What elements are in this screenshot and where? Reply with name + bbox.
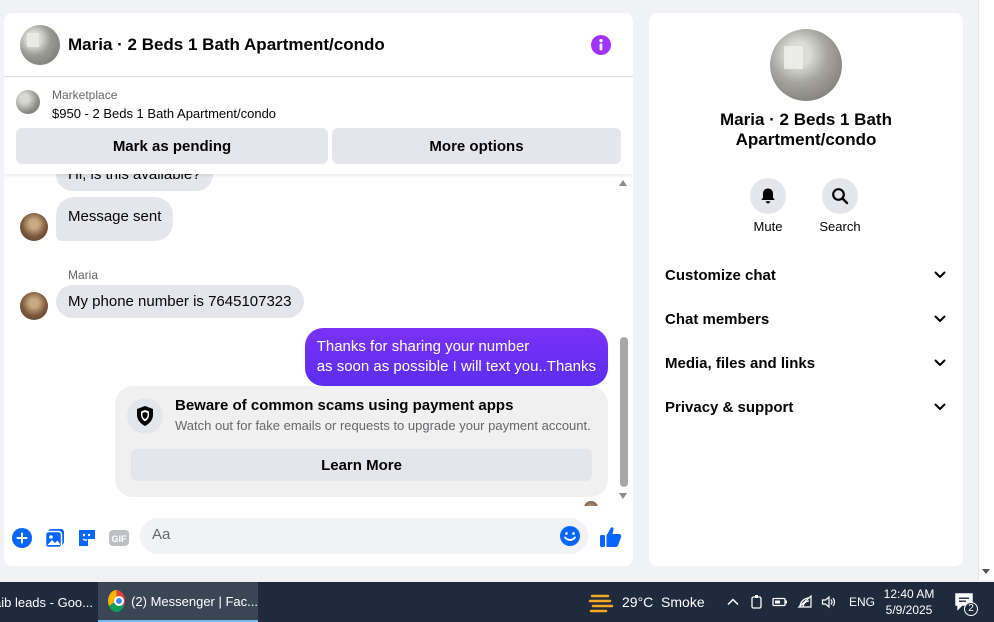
chrome-icon (108, 590, 126, 612)
listing-thumbnail[interactable] (16, 90, 40, 114)
chat-header: Maria · 2 Beds 1 Bath Apartment/condo (4, 13, 633, 77)
chevron-down-icon (934, 271, 946, 278)
weather-widget[interactable]: 29°C Smoke (588, 582, 705, 622)
gif-icon-label: GIF (112, 534, 128, 544)
taskbar-item-label: aib leads - Goo... (0, 594, 93, 610)
message-input-box[interactable] (140, 518, 588, 554)
message-sent-bubble: Message sent (56, 197, 174, 241)
shield-icon (127, 398, 163, 434)
sender-avatar[interactable] (20, 292, 48, 320)
sticker-icon[interactable] (76, 527, 98, 549)
clock-time: 12:40 AM (883, 587, 935, 601)
chevron-up-icon[interactable] (726, 595, 740, 609)
notification-count-badge: 2 (964, 602, 978, 616)
sender-name: Maria (68, 268, 99, 282)
scrollbar-thumb[interactable] (620, 337, 628, 487)
wifi-icon[interactable] (797, 595, 813, 609)
outgoing-message-bubble: Thanks for sharing your number as soon a… (304, 328, 608, 386)
plus-circle-icon[interactable] (11, 527, 33, 549)
taskbar-item-label: (2) Messenger | Fac... (131, 593, 258, 609)
search-icon[interactable] (822, 178, 858, 214)
conversation-title[interactable]: Maria · 2 Beds 1 Bath Apartment/condo (68, 35, 385, 55)
chevron-down-icon (934, 403, 946, 410)
details-title: Maria · 2 Beds 1 Bath Apartment/condo (720, 110, 892, 149)
mute-label: Mute (753, 219, 783, 234)
message-input[interactable] (152, 526, 532, 543)
section-label: Customize chat (665, 266, 776, 284)
conversation-avatar[interactable] (20, 24, 60, 65)
read-receipt-avatar (584, 501, 598, 506)
marketplace-card: Marketplace $950 - 2 Beds 1 Bath Apartme… (4, 78, 633, 174)
section-privacy-support[interactable]: Privacy & support (665, 397, 947, 417)
scam-warning-title: Beware of common scams using payment app… (175, 397, 514, 414)
more-options-button[interactable]: More options (332, 128, 621, 164)
photo-icon[interactable] (44, 527, 66, 549)
outgoing-line-1: Thanks for sharing your number (316, 338, 530, 355)
taskbar-clock[interactable]: 12:40 AM 5/9/2025 (872, 586, 946, 618)
section-label: Privacy & support (665, 398, 794, 416)
taskbar: aib leads - Goo... (2) Messenger | Fac..… (0, 582, 994, 622)
page-scroll-down-arrow[interactable] (982, 569, 990, 574)
section-chat-members[interactable]: Chat members (665, 309, 947, 329)
tray-icons: ENG (726, 582, 875, 622)
details-panel: Maria · 2 Beds 1 Bath Apartment/condo Mu… (649, 13, 963, 566)
notification-center[interactable]: 2 (950, 582, 980, 622)
info-icon[interactable] (591, 35, 611, 55)
weather-smoke-icon (588, 594, 614, 613)
scroll-up-arrow[interactable] (619, 180, 627, 186)
scroll-down-arrow[interactable] (619, 493, 627, 499)
outgoing-line-2: as soon as possible I will text you..Tha… (316, 358, 596, 375)
chevron-down-icon (934, 315, 946, 322)
clock-date: 5/9/2025 (885, 603, 933, 617)
scam-warning-subtitle: Watch out for fake emails or requests to… (175, 418, 591, 433)
section-label: Media, files and links (665, 354, 816, 372)
device-icon[interactable] (750, 594, 764, 610)
mute-action[interactable]: Mute (738, 178, 798, 234)
section-media-files-links[interactable]: Media, files and links (665, 353, 947, 373)
chevron-down-icon (934, 359, 946, 366)
composer: GIF (4, 513, 633, 559)
details-avatar[interactable] (770, 29, 842, 101)
page-scrollbar[interactable] (978, 0, 994, 580)
scam-warning-card: Beware of common scams using payment app… (115, 386, 608, 497)
volume-icon[interactable] (821, 595, 837, 609)
chat-panel: Maria · 2 Beds 1 Bath Apartment/condo Ma… (4, 13, 633, 566)
thumbs-up-icon[interactable] (599, 525, 623, 549)
search-action[interactable]: Search (810, 178, 870, 234)
search-label: Search (819, 219, 861, 234)
emoji-icon[interactable] (559, 525, 581, 547)
gif-icon[interactable]: GIF (108, 527, 130, 549)
listing-title[interactable]: $950 - 2 Beds 1 Bath Apartment/condo (52, 106, 276, 121)
sender-avatar[interactable] (20, 213, 48, 241)
taskbar-item-messenger[interactable]: (2) Messenger | Fac... (98, 582, 258, 622)
message-list[interactable]: Hi, is this available? Message sent Mari… (4, 174, 633, 506)
message-bubble-first: Hi, is this available? (56, 174, 213, 191)
marketplace-label: Marketplace (52, 88, 118, 102)
phone-message-bubble: My phone number is 7645107323 (56, 285, 304, 318)
bell-icon[interactable] (750, 178, 786, 214)
mark-pending-button[interactable]: Mark as pending (16, 128, 328, 164)
battery-icon[interactable] (772, 595, 788, 609)
section-customize-chat[interactable]: Customize chat (665, 265, 947, 285)
learn-more-button[interactable]: Learn More (131, 449, 592, 481)
weather-text: 29°C Smoke (622, 594, 705, 610)
taskbar-item-chrome-leads[interactable]: aib leads - Goo... (0, 582, 96, 622)
section-label: Chat members (665, 310, 770, 328)
